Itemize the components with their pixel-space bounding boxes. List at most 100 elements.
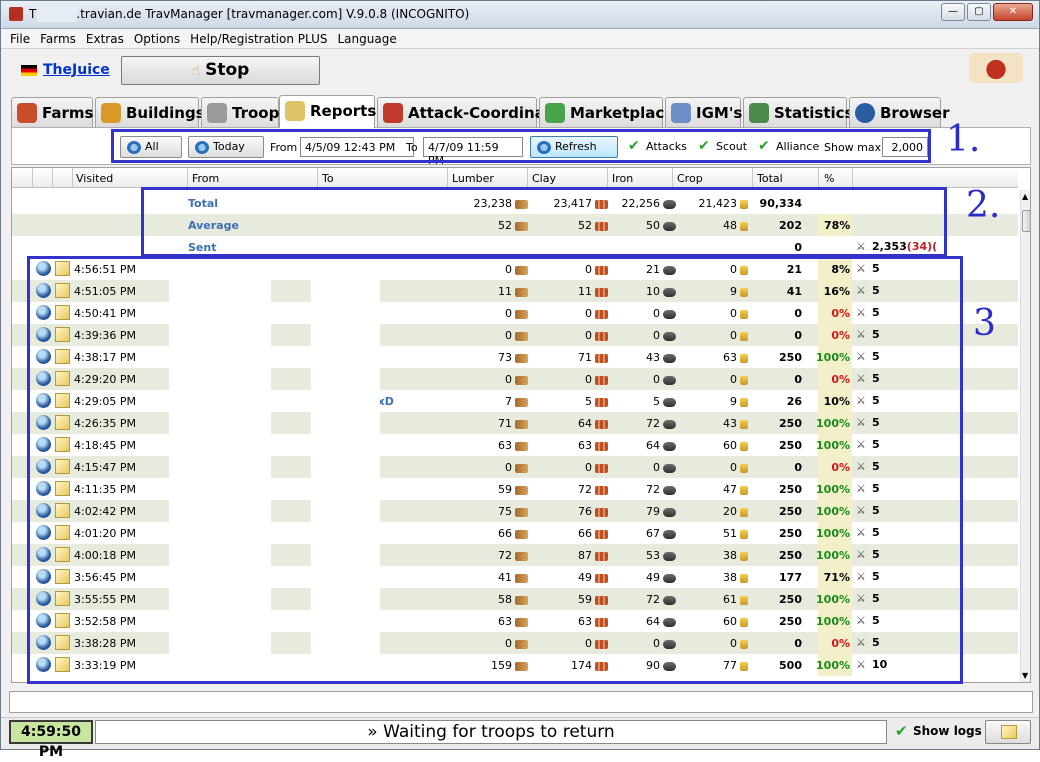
show-logs-checkbox[interactable]: ✔ Show logs xyxy=(895,722,982,740)
tab-buildings[interactable]: Buildings xyxy=(95,97,205,127)
from-date-input[interactable]: 4/5/09 12:43 PM xyxy=(300,137,414,157)
table-row[interactable]: 4:15:47 PM 0 0 0 0 0 0% ⚔ 5 xyxy=(12,456,1018,478)
globe-icon[interactable] xyxy=(36,657,51,672)
tab-reports[interactable]: Reports xyxy=(279,95,376,128)
user-link[interactable]: TheJuice xyxy=(43,62,110,78)
globe-icon[interactable] xyxy=(36,569,51,584)
report-icon[interactable] xyxy=(55,525,70,540)
col-visited[interactable]: Visited xyxy=(76,172,113,185)
minimize-button[interactable]: — xyxy=(941,3,965,21)
all-button[interactable]: All xyxy=(120,136,182,158)
table-row[interactable]: 4:51:05 PM 11 11 10 9 41 16% ⚔ 5 xyxy=(12,280,1018,302)
report-icon[interactable] xyxy=(55,371,70,386)
tab-igms[interactable]: IGM's xyxy=(665,97,742,127)
attacks-checkbox[interactable]: ✔ Attacks xyxy=(628,138,687,154)
report-icon[interactable] xyxy=(55,657,70,672)
globe-icon[interactable] xyxy=(36,591,51,606)
report-icon[interactable] xyxy=(55,305,70,320)
table-row[interactable]: 4:02:42 PMf75767920250100%⚔5 xyxy=(12,500,1018,522)
report-icon[interactable] xyxy=(55,261,70,276)
stop-button[interactable]: ☝ Stop xyxy=(121,56,320,85)
menu-farms[interactable]: Farms xyxy=(35,29,81,49)
maximize-button[interactable]: ▢ xyxy=(967,3,991,21)
globe-icon[interactable] xyxy=(36,437,51,452)
tab-statistics[interactable]: Statistics xyxy=(743,97,853,127)
refresh-button[interactable]: Refresh xyxy=(530,136,618,158)
menu-options[interactable]: Options xyxy=(129,29,185,49)
col-clay[interactable]: Clay xyxy=(532,172,556,185)
table-row[interactable]: 3:52:58 PM 63 63 64 60 250 100% ⚔ 5 xyxy=(12,610,1018,632)
table-row[interactable]: 4:11:35 PM 59 72 72 47 250 100% ⚔ 5 xyxy=(12,478,1018,500)
globe-icon[interactable] xyxy=(36,481,51,496)
report-icon[interactable] xyxy=(55,613,70,628)
log-area[interactable] xyxy=(9,691,1033,713)
to-date-input[interactable]: 4/7/09 11:59 PM xyxy=(423,137,523,167)
table-row[interactable]: 4:29:05 PMnes xD75592610%⚔5 xyxy=(12,390,1018,412)
globe-icon[interactable] xyxy=(36,283,51,298)
report-icon[interactable] xyxy=(55,459,70,474)
globe-icon[interactable] xyxy=(36,503,51,518)
menu-help[interactable]: Help/Registration PLUS xyxy=(185,29,332,49)
table-row[interactable]: 4:26:35 PM 71 64 72 43 250 100% ⚔ 5 xyxy=(12,412,1018,434)
globe-icon[interactable] xyxy=(36,459,51,474)
scroll-down-icon[interactable]: ▼ xyxy=(1022,671,1028,680)
report-icon[interactable] xyxy=(55,481,70,496)
report-icon[interactable] xyxy=(55,349,70,364)
today-button[interactable]: Today xyxy=(188,136,264,158)
menu-language[interactable]: Language xyxy=(332,29,401,49)
report-icon[interactable] xyxy=(55,569,70,584)
table-row[interactable]: 3:38:28 PMDorf000000%⚔5 xyxy=(12,632,1018,654)
menu-extras[interactable]: Extras xyxy=(81,29,129,49)
report-icon[interactable] xyxy=(55,503,70,518)
globe-icon[interactable] xyxy=(36,327,51,342)
report-icon[interactable] xyxy=(55,635,70,650)
table-row[interactable]: 4:29:20 PM 0 0 0 0 0 0% ⚔ 5 xyxy=(12,368,1018,390)
col-crop[interactable]: Crop xyxy=(677,172,703,185)
show-max-input[interactable]: 2,000 xyxy=(882,137,928,157)
close-button[interactable]: ✕ xyxy=(993,3,1033,21)
tab-marketplace[interactable]: Marketplace xyxy=(539,97,674,127)
table-row[interactable]: 4:56:51 PM 0 0 21 0 21 8% ⚔ 5 xyxy=(12,258,1018,280)
globe-icon[interactable] xyxy=(36,261,51,276)
scroll-thumb[interactable] xyxy=(1022,210,1030,232)
tab-browser[interactable]: Browser xyxy=(849,97,950,127)
col-total[interactable]: Total xyxy=(757,172,783,185)
menu-file[interactable]: File xyxy=(5,29,35,49)
table-row[interactable]: 4:18:45 PM 63 63 64 60 250 100% ⚔ 5 xyxy=(12,434,1018,456)
col-to[interactable]: To xyxy=(322,172,334,185)
tab-attack-coordinator[interactable]: Attack-Coordinator xyxy=(377,97,570,127)
report-icon[interactable] xyxy=(55,393,70,408)
globe-icon[interactable] xyxy=(36,393,51,408)
report-icon[interactable] xyxy=(55,327,70,342)
log-button[interactable] xyxy=(985,720,1031,744)
col-from[interactable]: From xyxy=(192,172,219,185)
table-row[interactable]: 4:39:36 PM 0 0 0 0 0 0% ⚔ 5 xyxy=(12,324,1018,346)
globe-icon[interactable] xyxy=(36,635,51,650)
table-row[interactable]: 4:01:20 PM 66 66 67 51 250 100% ⚔ 5 xyxy=(12,522,1018,544)
report-icon[interactable] xyxy=(55,437,70,452)
scroll-up-icon[interactable]: ▲ xyxy=(1022,192,1028,201)
report-icon[interactable] xyxy=(55,415,70,430)
report-icon[interactable] xyxy=(55,283,70,298)
table-row[interactable]: 4:00:18 PM 72 87 53 38 250 100% ⚔ 5 xyxy=(12,544,1018,566)
globe-icon[interactable] xyxy=(36,613,51,628)
tab-troops[interactable]: Troops xyxy=(201,97,288,127)
globe-icon[interactable] xyxy=(36,547,51,562)
globe-icon[interactable] xyxy=(36,415,51,430)
table-row[interactable]: 3:33:19 PM 159 174 90 77 500 100% ⚔ 10 xyxy=(12,654,1018,676)
alliance-checkbox[interactable]: ✔ Alliance xyxy=(758,138,819,154)
col-percent[interactable]: % xyxy=(824,172,834,185)
tab-farms[interactable]: Farms xyxy=(11,97,93,127)
table-row[interactable]: 3:55:55 PM 58 59 72 61 250 100% ⚔ 5 xyxy=(12,588,1018,610)
report-icon[interactable] xyxy=(55,547,70,562)
table-row[interactable]: 4:50:41 PM 0 0 0 0 0 0% ⚔ 5 xyxy=(12,302,1018,324)
col-iron[interactable]: Iron xyxy=(612,172,633,185)
globe-icon[interactable] xyxy=(36,349,51,364)
globe-icon[interactable] xyxy=(36,305,51,320)
vertical-scrollbar[interactable]: ▲ ▼ xyxy=(1020,190,1030,682)
table-row[interactable]: 4:38:17 PM 73 71 43 63 250 100% ⚔ 5 xyxy=(12,346,1018,368)
report-icon[interactable] xyxy=(55,591,70,606)
globe-icon[interactable] xyxy=(36,525,51,540)
table-row[interactable]: 3:56:45 PM 41 49 49 38 177 71% ⚔ 5 xyxy=(12,566,1018,588)
col-lumber[interactable]: Lumber xyxy=(452,172,494,185)
